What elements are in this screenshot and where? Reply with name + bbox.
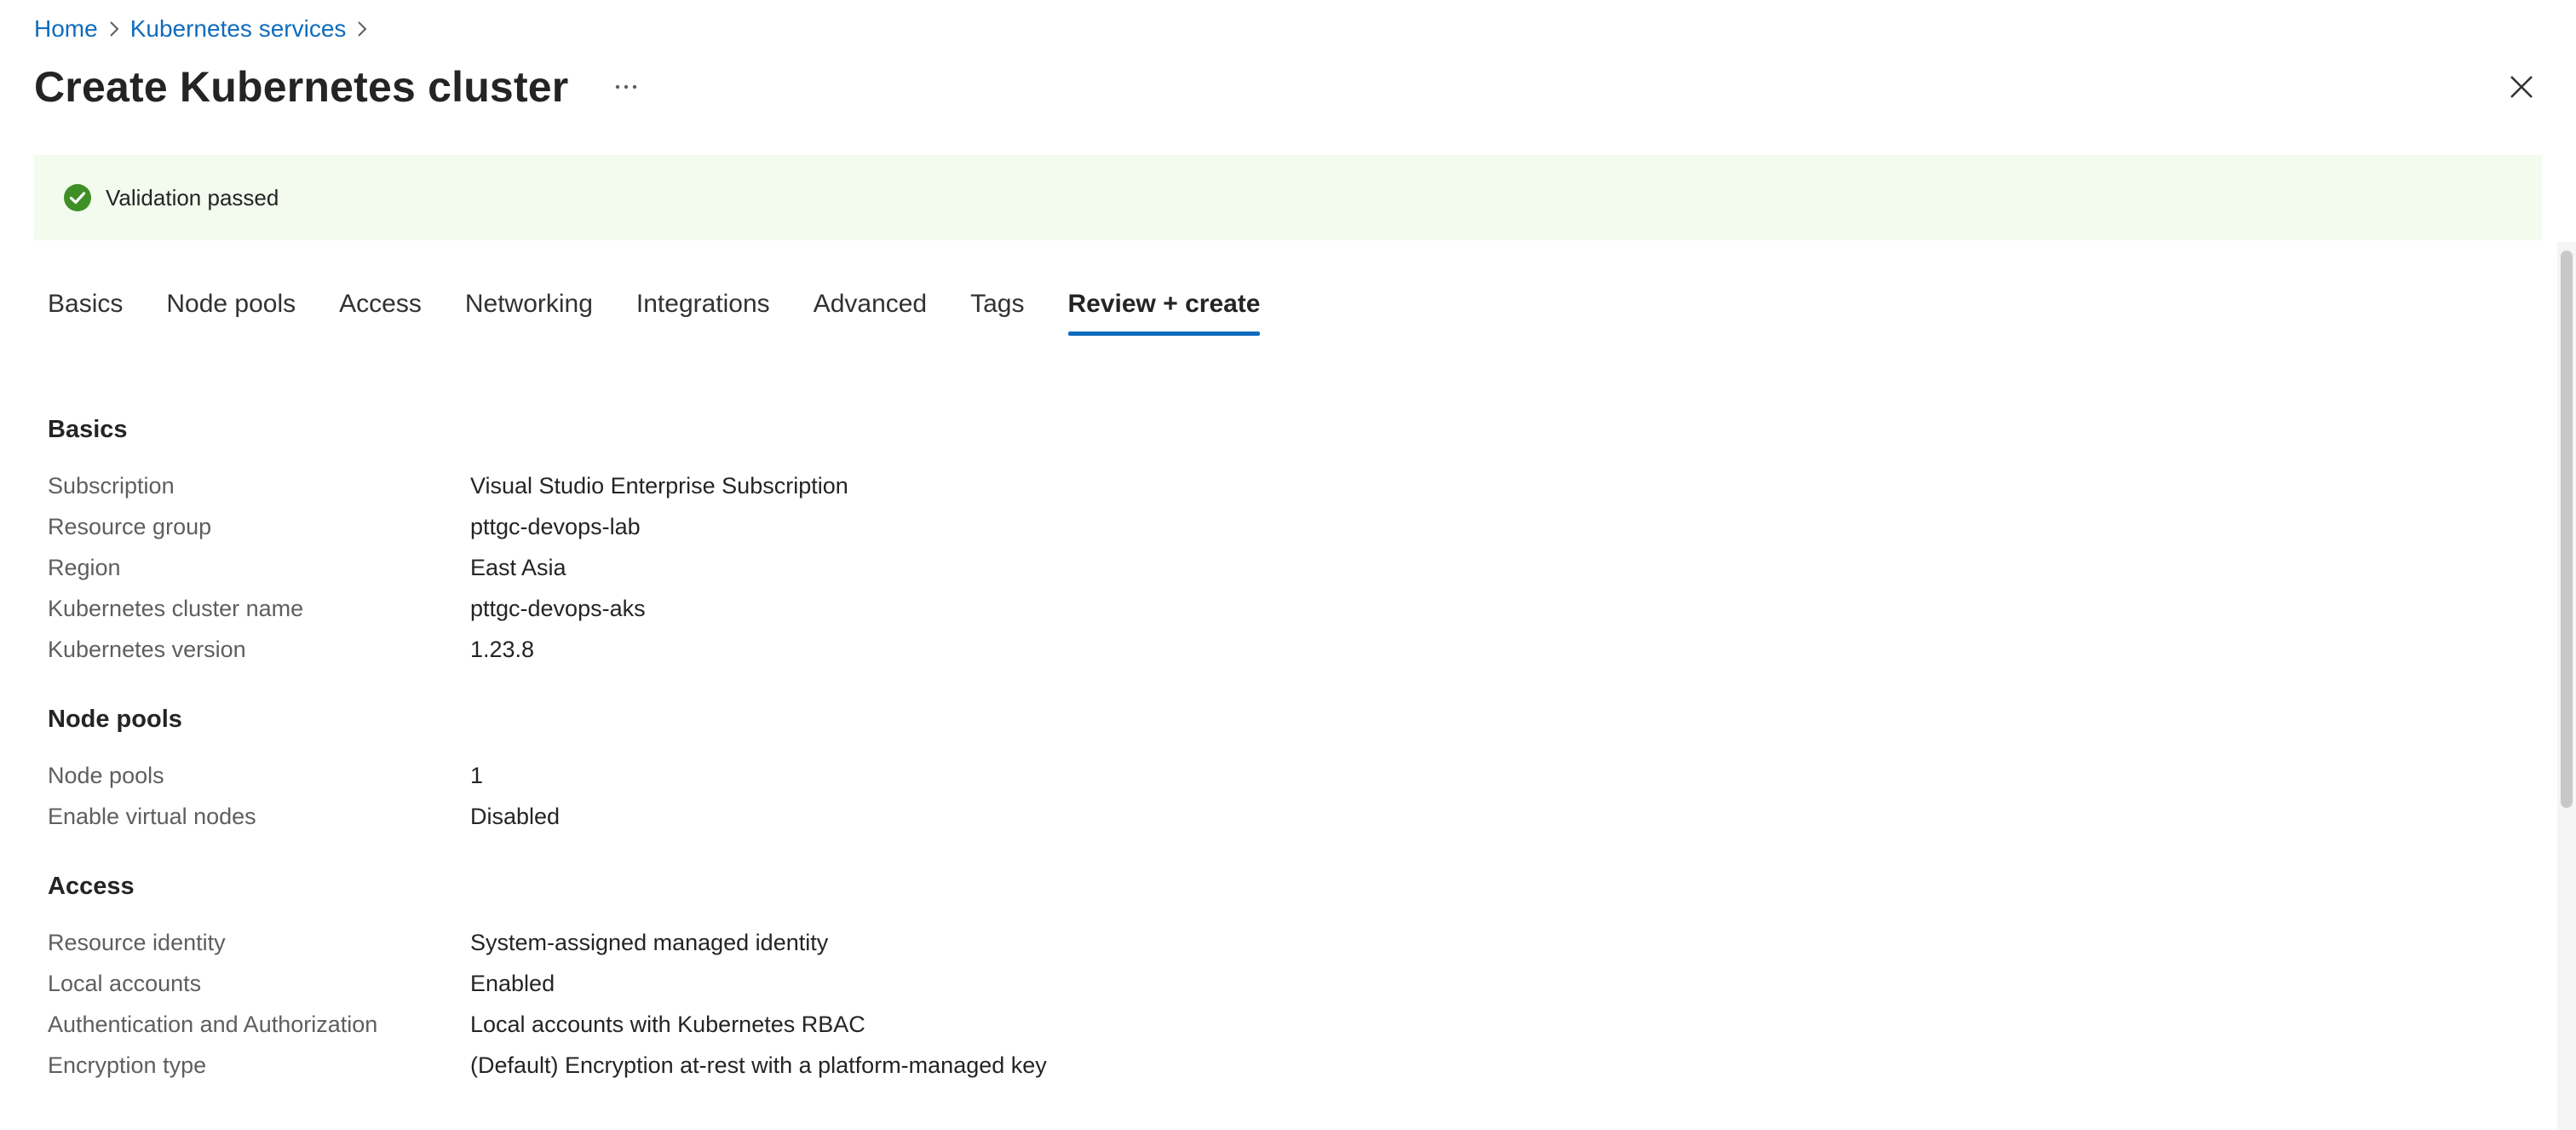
row-label: Kubernetes version (48, 636, 246, 662)
row-value: System-assigned managed identity (470, 929, 829, 955)
validation-status-text: Validation passed (106, 184, 279, 210)
summary-row: Encryption type (Default) Encryption at-r… (48, 1045, 2518, 1086)
checkmark-circle-icon (64, 184, 91, 211)
summary-row: Region East Asia (48, 547, 2518, 588)
wizard-tabs: Basics Node pools Access Networking Inte… (48, 286, 1303, 337)
tab-tags[interactable]: Tags (970, 286, 1024, 336)
row-value: pttgc-devops-aks (470, 595, 646, 621)
row-value: Visual Studio Enterprise Subscription (470, 472, 848, 499)
summary-row: Resource identity System-assigned managed… (48, 922, 2518, 963)
row-label: Resource identity (48, 929, 226, 955)
close-icon (2510, 76, 2533, 98)
breadcrumb-home-link[interactable]: Home (34, 15, 98, 43)
summary-row: Enable virtual nodes Disabled (48, 796, 2518, 837)
breadcrumb-kubernetes-services-link[interactable]: Kubernetes services (130, 15, 347, 43)
section-basics: Basics Subscription Visual Studio Enterpr… (48, 416, 2518, 670)
section-title: Node pools (48, 706, 182, 733)
row-value: Enabled (470, 970, 555, 996)
breadcrumb: Home Kubernetes services (34, 12, 378, 46)
summary-row: Node pools 1 (48, 755, 2518, 796)
summary-row: Kubernetes cluster name pttgc-devops-aks (48, 588, 2518, 629)
summary-row: Local accounts Enabled (48, 963, 2518, 1004)
tab-node-pools[interactable]: Node pools (166, 286, 296, 336)
tab-integrations[interactable]: Integrations (636, 286, 770, 336)
title-row: Create Kubernetes cluster (34, 56, 643, 118)
page-title: Create Kubernetes cluster (34, 63, 569, 111)
row-value: pttgc-devops-lab (470, 513, 641, 539)
tab-networking[interactable]: Networking (465, 286, 593, 336)
row-label: Enable virtual nodes (48, 803, 256, 829)
chevron-right-icon (346, 20, 378, 38)
chevron-right-icon (98, 20, 130, 38)
row-label: Encryption type (48, 1052, 207, 1078)
summary-row: Resource group pttgc-devops-lab (48, 506, 2518, 547)
row-label: Region (48, 554, 121, 580)
vertical-scrollbar[interactable] (2557, 242, 2576, 1130)
tab-basics[interactable]: Basics (48, 286, 123, 336)
row-value: Local accounts with Kubernetes RBAC (470, 1011, 865, 1037)
row-label: Authentication and Authorization (48, 1011, 378, 1037)
row-label: Subscription (48, 472, 175, 499)
row-label: Kubernetes cluster name (48, 595, 304, 621)
tab-access[interactable]: Access (339, 286, 422, 336)
summary-row: Kubernetes version 1.23.8 (48, 629, 2518, 670)
row-value: East Asia (470, 554, 566, 580)
section-access: Access Resource identity System-assigned … (48, 873, 2518, 1086)
row-label: Resource group (48, 513, 212, 539)
row-value: Disabled (470, 803, 561, 829)
tab-advanced[interactable]: Advanced (814, 286, 927, 336)
close-button[interactable] (2504, 70, 2539, 104)
tab-review-create[interactable]: Review + create (1067, 286, 1260, 336)
ellipsis-icon (616, 84, 637, 89)
more-actions-button[interactable] (609, 70, 643, 104)
row-label: Node pools (48, 762, 164, 788)
section-node-pools: Node pools Node pools 1 Enable virtual no… (48, 706, 2518, 837)
summary-row: Subscription Visual Studio Enterprise Sub… (48, 465, 2518, 506)
row-value: (Default) Encryption at-rest with a plat… (470, 1052, 1047, 1078)
section-title: Basics (48, 416, 128, 443)
summary-row: Authentication and Authorization Local ac… (48, 1004, 2518, 1045)
row-value: 1.23.8 (470, 636, 535, 662)
row-value: 1 (470, 762, 484, 788)
validation-banner: Validation passed (34, 155, 2542, 240)
row-label: Local accounts (48, 970, 202, 996)
review-content: Basics Subscription Visual Studio Enterpr… (48, 416, 2518, 1121)
scrollbar-thumb[interactable] (2561, 251, 2573, 808)
section-title: Access (48, 873, 135, 900)
